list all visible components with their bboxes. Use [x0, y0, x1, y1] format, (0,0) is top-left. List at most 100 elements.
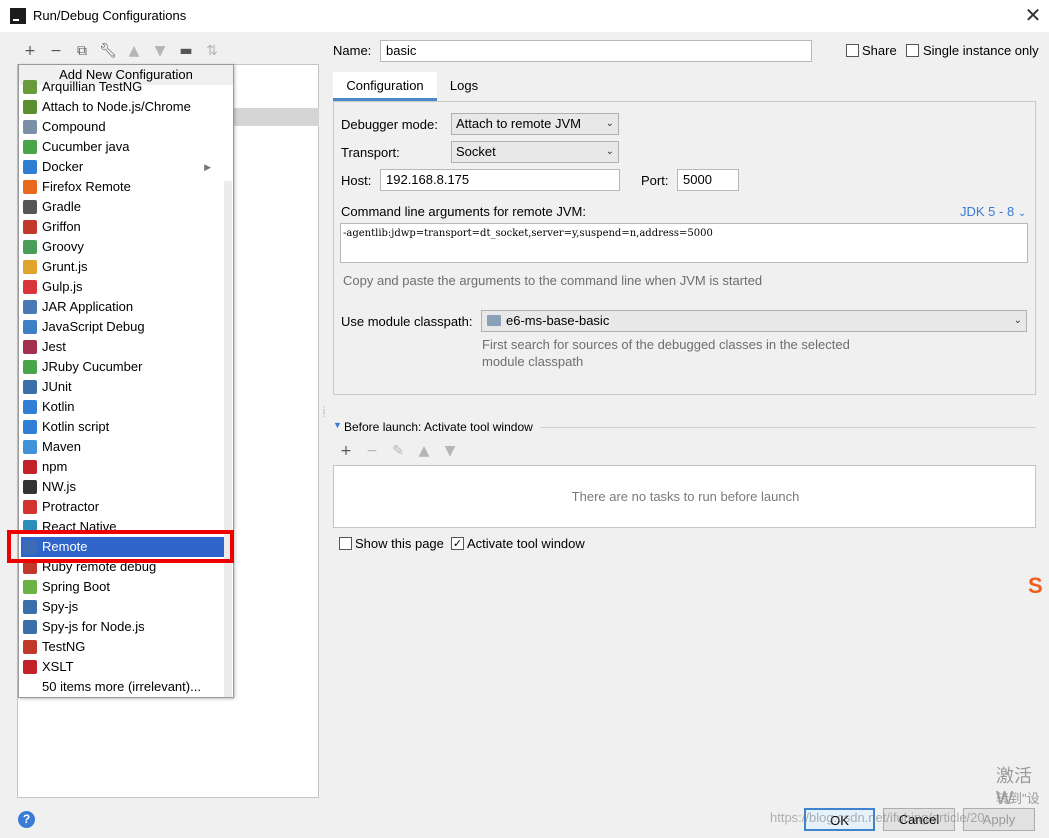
config-type-compound[interactable]: Compound — [21, 117, 225, 137]
config-type-label: Gulp.js — [42, 279, 83, 294]
module-hint-line1: First search for sources of the debugged… — [482, 337, 850, 352]
debugger-mode-label: Debugger mode: — [341, 117, 438, 132]
edit-task-icon[interactable]: ✎ — [388, 441, 408, 461]
config-type-jest[interactable]: Jest — [21, 337, 225, 357]
config-type-label: JUnit — [42, 379, 72, 394]
junit-icon — [23, 380, 37, 394]
tab-configuration[interactable]: Configuration — [333, 72, 437, 101]
separator — [540, 427, 1036, 428]
config-type-label: JavaScript Debug — [42, 319, 145, 334]
config-type-label: XSLT — [42, 659, 74, 674]
port-field[interactable]: 5000 — [677, 169, 739, 191]
help-icon[interactable]: ? — [18, 811, 35, 828]
share-label: Share — [862, 43, 897, 58]
module-folder-icon — [487, 315, 501, 326]
config-type-protractor[interactable]: Protractor — [21, 497, 225, 517]
config-type-nodejs[interactable]: Attach to Node.js/Chrome — [21, 97, 225, 117]
wrench-icon[interactable]: 🔧︎ — [98, 41, 118, 61]
jvm-args-field[interactable]: -agentlib:jdwp=transport=dt_socket,serve… — [340, 223, 1028, 263]
config-type-griffon[interactable]: Griffon — [21, 217, 225, 237]
sort-icon[interactable]: ⇅ — [202, 41, 222, 61]
activate-tool-label: Activate tool window — [467, 536, 585, 551]
config-type-npm[interactable]: npm — [21, 457, 225, 477]
move-task-down-icon[interactable]: ▼ — [440, 441, 460, 461]
jdk-version-text: JDK 5 - 8 — [960, 204, 1015, 219]
config-type-more[interactable]: 50 items more (irrelevant)... — [21, 677, 225, 697]
config-type-docker[interactable]: Docker ▶ — [21, 157, 225, 177]
config-type-javascript-debug[interactable]: JavaScript Debug — [21, 317, 225, 337]
args-label: Command line arguments for remote JVM: — [341, 204, 586, 219]
remove-icon[interactable]: − — [46, 41, 66, 61]
arquillian-icon — [23, 80, 37, 94]
config-type-label: Gradle — [42, 199, 82, 214]
groovy-icon — [23, 240, 37, 254]
config-type-spring-boot[interactable]: Spring Boot — [21, 577, 225, 597]
move-task-up-icon[interactable]: ▲ — [414, 441, 434, 461]
config-type-label: Kotlin — [42, 399, 75, 414]
config-type-label: Maven — [42, 439, 82, 454]
debugger-mode-select[interactable]: Attach to remote JVM ⌄ — [451, 113, 619, 135]
config-type-label: Firefox Remote — [42, 179, 131, 194]
highlight-box — [7, 530, 234, 563]
docker-icon — [23, 160, 37, 174]
copy-icon[interactable]: ⧉ — [72, 41, 92, 61]
add-task-icon[interactable]: + — [336, 441, 356, 461]
config-type-jar[interactable]: JAR Application — [21, 297, 225, 317]
show-page-checkbox[interactable] — [339, 537, 352, 550]
before-launch-tasks-list[interactable]: There are no tasks to run before launch — [333, 465, 1036, 528]
config-type-testng[interactable]: TestNG — [21, 637, 225, 657]
move-down-icon[interactable]: ▼ — [150, 41, 170, 61]
config-type-label: JAR Application — [42, 299, 134, 314]
remove-task-icon[interactable]: − — [362, 441, 382, 461]
config-type-label: Grunt.js — [42, 259, 88, 274]
config-type-jruby-cucumber[interactable]: JRuby Cucumber — [21, 357, 225, 377]
config-type-firefox[interactable]: Firefox Remote — [21, 177, 225, 197]
config-type-spyjs-node[interactable]: Spy-js for Node.js — [21, 617, 225, 637]
config-type-cucumber[interactable]: Cucumber java — [21, 137, 225, 157]
new-folder-icon[interactable]: ▬ — [176, 41, 196, 61]
move-up-icon[interactable]: ▲ — [124, 41, 144, 61]
transport-value: Socket — [456, 144, 496, 159]
name-label: Name: — [333, 43, 372, 58]
config-type-label: Protractor — [42, 499, 100, 514]
spring-boot-icon — [23, 580, 37, 594]
config-type-maven[interactable]: Maven — [21, 437, 225, 457]
config-type-label: Spy-js — [42, 599, 79, 614]
spyjs-node-icon — [23, 620, 37, 634]
close-icon[interactable]: ✕ — [1022, 4, 1044, 26]
config-type-junit[interactable]: JUnit — [21, 377, 225, 397]
tree-selected-row[interactable] — [233, 108, 319, 126]
config-type-nwjs[interactable]: NW.js — [21, 477, 225, 497]
activate-tool-checkbox[interactable]: ✓ — [451, 537, 464, 550]
config-type-gradle[interactable]: Gradle — [21, 197, 225, 217]
config-type-spyjs[interactable]: Spy-js — [21, 597, 225, 617]
config-type-kotlin[interactable]: Kotlin — [21, 397, 225, 417]
config-type-gulp[interactable]: Gulp.js — [21, 277, 225, 297]
module-classpath-select[interactable]: e6-ms-base-basic ⌄ — [481, 310, 1027, 332]
protractor-icon — [23, 500, 37, 514]
collapse-triangle-icon[interactable]: ▼ — [333, 420, 342, 430]
javascript-debug-icon — [23, 320, 37, 334]
chevron-down-icon: ⌄ — [1017, 208, 1027, 219]
config-type-groovy[interactable]: Groovy — [21, 237, 225, 257]
name-field[interactable]: basic — [380, 40, 812, 62]
add-icon[interactable]: + — [20, 41, 40, 61]
share-checkbox[interactable] — [846, 44, 859, 57]
config-type-label: NW.js — [42, 479, 76, 494]
npm-icon — [23, 460, 37, 474]
spyjs-icon — [23, 600, 37, 614]
single-instance-checkbox[interactable] — [906, 44, 919, 57]
config-type-grunt[interactable]: Grunt.js — [21, 257, 225, 277]
jdk-version-link[interactable]: JDK 5 - 8 ⌄ — [960, 204, 1026, 219]
config-type-kotlin-script[interactable]: Kotlin script — [21, 417, 225, 437]
popup-scrollbar[interactable] — [224, 181, 232, 697]
jar-icon — [23, 300, 37, 314]
transport-select[interactable]: Socket ⌄ — [451, 141, 619, 163]
config-type-label: Griffon — [42, 219, 81, 234]
config-type-label: Compound — [42, 119, 106, 134]
tab-logs[interactable]: Logs — [437, 72, 491, 101]
config-type-xslt[interactable]: XSLT — [21, 657, 225, 677]
config-type-arquillian[interactable]: Arquillian TestNG — [21, 77, 225, 97]
splitter-handle[interactable]: ⋮ ⋮ — [320, 406, 328, 422]
host-field[interactable]: 192.168.8.175 — [380, 169, 620, 191]
